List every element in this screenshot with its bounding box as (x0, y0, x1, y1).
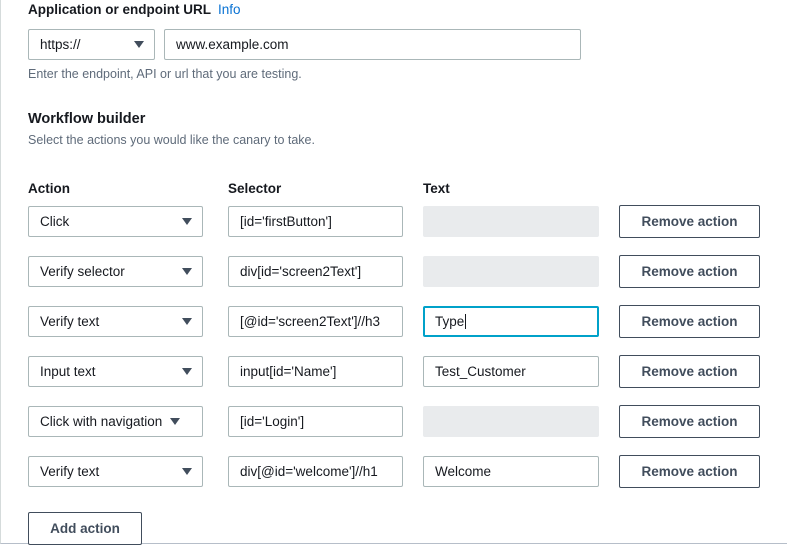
workflow-rows: Click[id='firstButton']Remove actionVeri… (28, 196, 787, 496)
text-input-value: Welcome (435, 464, 491, 479)
text-input-4 (423, 406, 599, 437)
action-select-value: Click (40, 214, 174, 229)
selector-input-3[interactable]: input[id='Name'] (228, 356, 403, 387)
selector-input-4[interactable]: [id='Login'] (228, 406, 403, 437)
cell-text (423, 406, 619, 437)
protocol-select-value: https:// (40, 37, 126, 52)
cell-selector: [@id='screen2Text']//h3 (228, 306, 423, 337)
endpoint-url-input-value: www.example.com (176, 37, 289, 52)
cell-text (423, 256, 619, 287)
add-action-button[interactable]: Add action (28, 512, 142, 545)
remove-action-button-1[interactable]: Remove action (619, 255, 760, 288)
selector-input-5[interactable]: div[@id='welcome']//h1 (228, 456, 403, 487)
chevron-down-icon (182, 218, 192, 225)
action-select-2[interactable]: Verify text (28, 306, 203, 337)
cell-action: Input text (28, 356, 228, 387)
action-select-4[interactable]: Click with navigation (28, 406, 203, 437)
text-input-1 (423, 256, 599, 287)
endpoint-url-input[interactable]: www.example.com (164, 29, 581, 60)
action-select-0[interactable]: Click (28, 206, 203, 237)
selector-input-0[interactable]: [id='firstButton'] (228, 206, 403, 237)
selector-input-value: [id='Login'] (240, 414, 304, 429)
selector-input-2[interactable]: [@id='screen2Text']//h3 (228, 306, 403, 337)
chevron-down-icon (170, 418, 180, 425)
table-row: Click [id='firstButton'] Remove action (28, 196, 787, 246)
text-input-0 (423, 206, 599, 237)
cell-remove: Remove action (619, 405, 764, 438)
info-link[interactable]: Info (218, 1, 241, 19)
action-select-value: Verify text (40, 314, 174, 329)
cell-selector: [id='Login'] (228, 406, 423, 437)
url-field-label-text: Application or endpoint URL (28, 1, 211, 19)
cell-selector: [id='firstButton'] (228, 206, 423, 237)
protocol-select[interactable]: https:// (28, 29, 155, 60)
chevron-down-icon (134, 41, 144, 48)
selector-input-value: input[id='Name'] (240, 364, 336, 379)
column-header-selector: Selector (228, 181, 423, 196)
action-select-value: Verify selector (40, 264, 174, 279)
text-input-3[interactable]: Test_Customer (423, 356, 599, 387)
cell-action: Verify text (28, 306, 228, 337)
remove-action-button-5[interactable]: Remove action (619, 455, 760, 488)
canary-workflow-panel: Application or endpoint URL Info https:/… (0, 0, 787, 544)
cell-text: Type (423, 306, 619, 337)
cell-remove: Remove action (619, 305, 764, 338)
text-input-2[interactable]: Type (423, 306, 599, 337)
chevron-down-icon (182, 368, 192, 375)
workflow-table-header: Action Selector Text (28, 177, 787, 196)
column-header-action: Action (28, 181, 228, 196)
cell-remove: Remove action (619, 255, 764, 288)
remove-action-button-0[interactable]: Remove action (619, 205, 760, 238)
column-header-text: Text (423, 181, 619, 196)
workflow-builder-title: Workflow builder (28, 110, 787, 129)
add-action-row: Add action (28, 512, 787, 545)
selector-input-value: [@id='screen2Text']//h3 (240, 314, 380, 329)
selector-input-value: [id='firstButton'] (240, 214, 332, 229)
workflow-builder-subtitle: Select the actions you would like the ca… (28, 132, 787, 149)
text-input-5[interactable]: Welcome (423, 456, 599, 487)
action-select-5[interactable]: Verify text (28, 456, 203, 487)
action-select-value: Input text (40, 364, 174, 379)
chevron-down-icon (182, 318, 192, 325)
cell-remove: Remove action (619, 205, 764, 238)
selector-input-1[interactable]: div[id='screen2Text'] (228, 256, 403, 287)
chevron-down-icon (182, 268, 192, 275)
action-select-value: Click with navigation (40, 414, 162, 429)
cell-selector: input[id='Name'] (228, 356, 423, 387)
cell-action: Verify text (28, 456, 228, 487)
cell-selector: div[id='screen2Text'] (228, 256, 423, 287)
chevron-down-icon (182, 468, 192, 475)
workflow-table: Action Selector Text Click [id='firstButt… (28, 177, 787, 496)
selector-input-value: div[id='screen2Text'] (240, 264, 361, 279)
remove-action-button-3[interactable]: Remove action (619, 355, 760, 388)
table-row: Input text input[id='Name'] Test_Customer R… (28, 346, 787, 396)
cell-text (423, 206, 619, 237)
remove-action-button-2[interactable]: Remove action (619, 305, 760, 338)
cell-action: Click with navigation (28, 406, 228, 437)
cell-text: Welcome (423, 456, 619, 487)
cell-text: Test_Customer (423, 356, 619, 387)
selector-input-value: div[@id='welcome']//h1 (240, 464, 378, 479)
action-select-1[interactable]: Verify selector (28, 256, 203, 287)
text-cursor (465, 314, 466, 329)
url-field-hint: Enter the endpoint, API or url that you … (28, 66, 787, 83)
remove-action-button-4[interactable]: Remove action (619, 405, 760, 438)
text-input-value: Type (435, 314, 464, 329)
table-row: Verify text div[@id='welcome']//h1 Welcome… (28, 446, 787, 496)
table-row: Click with navigation [id='Login'] Remove … (28, 396, 787, 446)
cell-remove: Remove action (619, 455, 764, 488)
cell-action: Verify selector (28, 256, 228, 287)
cell-remove: Remove action (619, 355, 764, 388)
url-input-row: https:// www.example.com (28, 29, 787, 60)
cell-selector: div[@id='welcome']//h1 (228, 456, 423, 487)
text-input-value: Test_Customer (435, 364, 526, 379)
table-row: Verify text [@id='screen2Text']//h3 Type Re… (28, 296, 787, 346)
cell-action: Click (28, 206, 228, 237)
url-field-label: Application or endpoint URL Info (28, 0, 787, 19)
action-select-value: Verify text (40, 464, 174, 479)
action-select-3[interactable]: Input text (28, 356, 203, 387)
table-row: Verify selector div[id='screen2Text'] Remo… (28, 246, 787, 296)
